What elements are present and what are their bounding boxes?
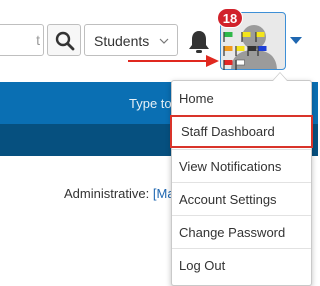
- caret-down-icon[interactable]: [290, 37, 302, 45]
- menu-item-home[interactable]: Home: [172, 82, 311, 115]
- top-header: t Students 18: [0, 0, 318, 82]
- administrative-label: Administrative:: [64, 186, 150, 201]
- select-value: Students: [94, 33, 150, 49]
- menu-item-account-settings[interactable]: Account Settings: [172, 182, 311, 215]
- search-icon: [55, 31, 75, 51]
- status-flags-icon: [223, 32, 267, 70]
- search-input-value: t: [36, 32, 40, 48]
- annotation-arrow-icon: [128, 55, 219, 67]
- administrative-line: Administrative: [Mar: [64, 186, 179, 201]
- chevron-down-icon: [159, 38, 169, 44]
- search-input[interactable]: t: [0, 24, 44, 56]
- menu-item-log-out[interactable]: Log Out: [172, 248, 311, 281]
- menu-item-staff-dashboard[interactable]: Staff Dashboard: [170, 115, 313, 148]
- nav-search-placeholder[interactable]: Type to: [129, 96, 172, 111]
- student-filter-select[interactable]: Students: [84, 24, 178, 56]
- user-dropdown-menu: Home Staff Dashboard View Notifications …: [170, 72, 313, 286]
- menu-item-view-notifications[interactable]: View Notifications: [172, 149, 311, 182]
- notification-count-badge: 18: [217, 8, 243, 28]
- search-button[interactable]: [47, 24, 81, 56]
- bell-icon[interactable]: [188, 30, 210, 54]
- menu-item-change-password[interactable]: Change Password: [172, 215, 311, 248]
